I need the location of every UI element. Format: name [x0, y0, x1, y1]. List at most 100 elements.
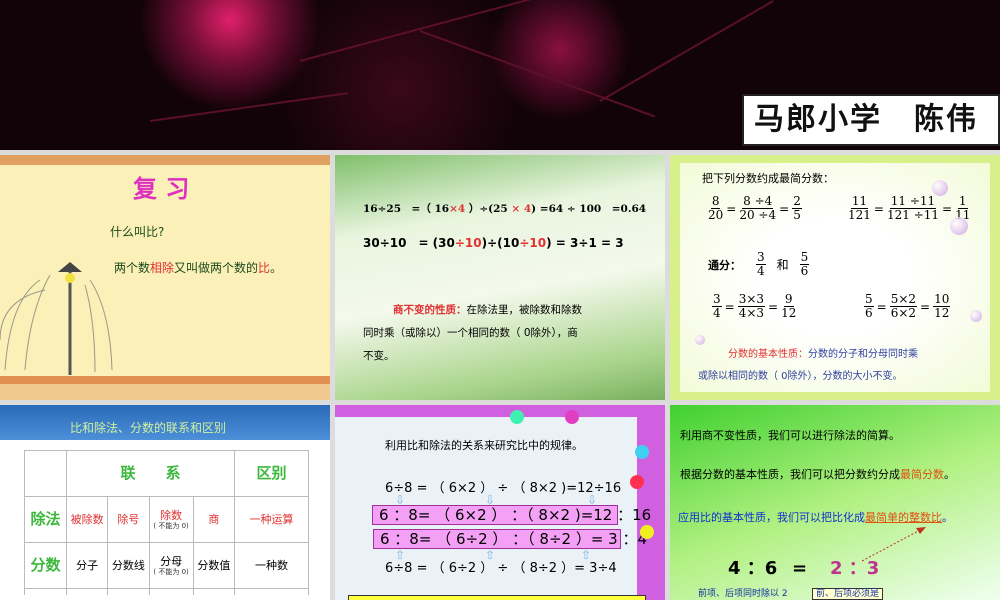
row-label: 除法 — [24, 496, 67, 543]
rule-line-1: 分数的基本性质：分数的分子和分母同时乘 — [728, 345, 918, 360]
slide-title: 比和除法、分数的联系和区别 — [70, 421, 227, 435]
slide-title: 复 习 — [133, 175, 190, 203]
equation-part: ÷10 — [519, 236, 547, 250]
bubble-decoration — [695, 335, 705, 345]
star-decoration — [510, 410, 524, 424]
fraction-example-1: 8 20 = 8 ÷4 20 ÷4 = 2 5 — [708, 194, 802, 222]
equation-1: 16÷25 =（ 16×4 ）÷(25 × 4) =64 ÷ 100 =0.64 — [363, 201, 646, 216]
summary-text: 。 — [944, 468, 955, 481]
rule-label: 商不变的性质： — [393, 304, 467, 316]
cell-note: ( 不能为 0) — [153, 521, 189, 530]
fraction-example-2: 11 121 = 11 ÷11 121 ÷11 = 1 11 — [848, 194, 971, 222]
arrow-up-icon: ⇧ — [485, 548, 496, 562]
arrow-up-icon: ⇧ — [581, 548, 592, 562]
slide-quotient-property[interactable]: 16÷25 =（ 16×4 ）÷(25 × 4) =64 ÷ 100 =0.64… — [335, 155, 665, 400]
fraction: 11 ÷11 121 ÷11 — [886, 194, 940, 222]
summary-line-1: 利用商不变性质，我们可以进行除法的简算。 — [680, 429, 900, 442]
school-author-label: 马郎小学 陈伟 — [742, 94, 1000, 146]
fraction: 56 — [864, 292, 874, 320]
table-cell: 分数值 — [192, 542, 236, 589]
equation-2: 30÷10 = (30÷10)÷(10÷10) = 3÷1 = 3 — [363, 234, 624, 251]
slide-fractions[interactable]: 把下列分数约成最简分数： 8 20 = 8 ÷4 20 ÷4 = 2 5 11 121 = 11 ÷… — [670, 155, 1000, 400]
cell-text: 除数 — [160, 508, 183, 522]
slide-review[interactable]: 复 习 什么叫比? 两个数相除又叫做两个数的比。 — [0, 155, 330, 400]
slide-title: 利用比和除法的关系来研究比中的规律。 — [385, 439, 583, 452]
answer-part: 。 — [270, 261, 283, 275]
equation-part: ) =64 ÷ 100 =0.64 — [531, 203, 647, 215]
fraction: 5×2 6×2 — [889, 292, 918, 320]
rule-line-2: 或除以相同的数（ 0除外），分数的大小不变。 — [698, 371, 903, 382]
bubble-decoration — [950, 217, 968, 235]
star-decoration — [630, 475, 644, 489]
equation-part: ×4 — [449, 203, 466, 215]
table-cell: 除号 — [107, 496, 150, 543]
equation-part: 16÷25 =（ 16 — [363, 203, 450, 215]
summary-text: 根据分数的基本性质，我们可以把分数约分成 — [680, 468, 900, 481]
arrow-up-icon: ⇧ — [395, 548, 406, 562]
cell-text: 分母 — [160, 554, 183, 568]
rule-line-1: 商不变的性质：在除法里，被除数和除数 — [393, 302, 582, 317]
header-cell: 联 系 — [66, 450, 235, 497]
equation-part: )÷(10 — [481, 236, 520, 250]
note-divide: 前项、后项同时除以 2 — [698, 589, 788, 599]
table-cell: 商 — [192, 496, 236, 543]
answer-highlight: 比 — [258, 261, 271, 275]
rule-text: 分数的分子和分母同时乘 — [808, 349, 918, 360]
common-denominator: 通分： 3 4 和 5 6 — [708, 250, 810, 278]
fraction: 25 — [792, 194, 802, 222]
row-label: 分数 — [24, 542, 67, 589]
equation-part: × 4 — [511, 203, 532, 215]
summary-highlight: 最简分数 — [900, 468, 944, 481]
answer-part: 又叫做两个数的 — [174, 261, 259, 275]
table-cell: 除数( 不能为 0) — [148, 496, 194, 543]
slide-ratio-rule[interactable]: 利用比和除法的关系来研究比中的规律。 6÷8 = （ 6×2 ） ÷ （ 8×2… — [335, 405, 665, 600]
and-label: 和 — [776, 258, 789, 272]
relation-table: 联 系 区别 除法 被除数 除号 除数( 不能为 0) 商 一种运算 分数 分子… — [24, 450, 309, 595]
slide-summary[interactable]: 利用商不变性质，我们可以进行除法的简算。 根据分数的基本性质，我们可以把分数约分… — [670, 405, 1000, 600]
header-cell — [24, 450, 67, 497]
equation-part: ) = 3÷1 = 3 — [546, 236, 624, 250]
summary-text: 。 — [942, 511, 953, 524]
fraction: 9 12 — [781, 292, 797, 320]
question-text: 什么叫比? — [110, 225, 165, 239]
table-cell: 一种数 — [234, 542, 309, 589]
slide-title: 把下列分数约成最简分数： — [702, 172, 834, 185]
cell-note: ( 不能为 0) — [153, 567, 189, 576]
fraction-example-3: 3 4 = 3×3 4×3 = 9 12 — [712, 292, 797, 320]
star-decoration — [565, 410, 579, 424]
equals-sign: = — [792, 558, 808, 579]
header-cell: 区别 — [234, 450, 309, 497]
table-row — [24, 588, 309, 595]
fraction: 10 12 — [933, 292, 951, 320]
note-box: 前、后项必须是 — [812, 588, 884, 600]
answer-text: 两个数相除又叫做两个数的比。 — [114, 259, 282, 276]
division-equation-1: 6÷8 = （ 6×2 ） ÷ （ 8×2 )=12÷16 — [385, 481, 622, 496]
table-row: 分数 分子 分数线 分母( 不能为 0) 分数值 一种数 — [24, 542, 309, 589]
rule-line-2: 同时乘（或除以）一个相同的数（ 0除外），商 — [363, 327, 578, 339]
table-header-row: 联 系 区别 — [24, 450, 309, 497]
bubble-decoration — [932, 180, 948, 196]
table-cell: 分子 — [65, 542, 109, 589]
fraction: 8 20 — [708, 194, 724, 222]
ratio-right: 2 ：3 — [830, 558, 880, 579]
equation-part: ÷10 — [454, 236, 482, 250]
star-decoration — [635, 445, 649, 459]
willow-lamp-illustration — [0, 262, 113, 375]
dotted-arrow — [861, 527, 926, 562]
fraction: 56 — [799, 250, 810, 278]
fraction-example-4: 5 6 = 5×2 6×2 = 10 12 — [864, 292, 951, 320]
table-row: 除法 被除数 除号 除数( 不能为 0) 商 一种运算 — [24, 496, 309, 543]
table-cell: 被除数 — [65, 496, 109, 543]
slide-relation-table[interactable]: 比和除法、分数的联系和区别 联 系 区别 除法 被除数 除号 除数( 不能为 0… — [0, 405, 330, 600]
division-equation-2: 6÷8 = （ 6÷2 ） ÷ （ 8÷2 ）= 3÷4 — [385, 561, 617, 576]
yellow-note-box — [348, 595, 646, 600]
rule-label: 分数的基本性质： — [728, 349, 808, 360]
fraction: 34 — [712, 292, 722, 320]
ratio-equation-2: 6 ：8= （ 6÷2 ） ：（ 8÷2 ）= 3 ：4 — [373, 529, 647, 549]
common-label: 通分： — [708, 258, 741, 272]
summary-text: 应用比的基本性质，我们可以把比化成 — [678, 511, 865, 524]
fraction: 11 121 — [848, 194, 871, 222]
equation-part: 30÷10 = (30 — [363, 236, 455, 250]
table-cell: 一种运算 — [234, 496, 309, 543]
rule-line-3: 不变。 — [363, 350, 395, 362]
